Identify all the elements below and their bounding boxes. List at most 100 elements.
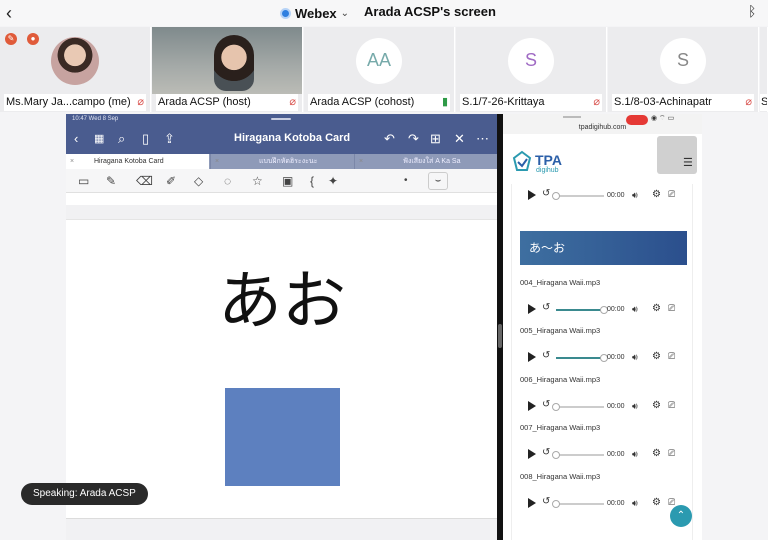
- participant-tile[interactable]: AA Arada ACSP (cohost) ▮: [304, 27, 455, 112]
- gear-icon[interactable]: ⚙: [652, 189, 661, 200]
- replay-icon[interactable]: ↺: [542, 496, 550, 507]
- play-icon[interactable]: [528, 304, 536, 314]
- divider-handle[interactable]: [498, 324, 502, 348]
- volume-icon[interactable]: 🔊︎: [632, 352, 638, 363]
- participant-tile[interactable]: Arada ACSP (host) ⌀: [152, 27, 303, 112]
- gear-icon[interactable]: ⚙: [652, 448, 661, 459]
- audio-player[interactable]: ↺ 00:00 🔊︎ ⚙ ⎚: [522, 399, 687, 415]
- participant-tile[interactable]: S S.1/7-26-Krittaya ⌀: [456, 27, 607, 112]
- participant-tile[interactable]: S: [760, 27, 768, 112]
- scroll-to-top-button[interactable]: ⌃: [670, 505, 692, 527]
- eraser-icon[interactable]: ⌫: [136, 173, 153, 189]
- sticker-icon[interactable]: ☆: [252, 173, 263, 189]
- cast-icon[interactable]: ⎚: [668, 400, 675, 411]
- bookmark-icon[interactable]: ▯: [142, 130, 149, 148]
- audio-player[interactable]: ↺ 00:00 🔊︎ ⚙ ⎚: [522, 447, 687, 463]
- time-display: 00:00: [607, 451, 625, 458]
- close-icon[interactable]: ×: [359, 154, 363, 169]
- logo-text: TPA: [535, 152, 562, 168]
- chevron-left-icon[interactable]: ‹: [6, 3, 20, 23]
- cast-icon[interactable]: ⎚: [668, 303, 675, 314]
- play-icon[interactable]: [528, 352, 536, 362]
- seek-bar[interactable]: [552, 451, 604, 459]
- seek-bar[interactable]: [556, 306, 608, 314]
- laser-pointer-icon[interactable]: ✦: [328, 173, 338, 189]
- participant-name: Arada ACSP (cohost): [310, 96, 415, 108]
- replay-icon[interactable]: ↺: [542, 350, 550, 361]
- close-icon[interactable]: ×: [70, 154, 74, 169]
- multitask-handle: [563, 116, 581, 118]
- search-icon[interactable]: ⌕: [118, 130, 125, 148]
- add-page-icon[interactable]: ⊞: [430, 130, 441, 148]
- share-icon[interactable]: ⇪: [164, 130, 175, 148]
- audio-player[interactable]: ↺ 00:00 🔊︎ ⚙ ⎚: [522, 496, 687, 512]
- tab-exercise[interactable]: × แบบฝึกหัดฮิระงะนะ: [210, 154, 353, 169]
- participant-tile[interactable]: S S.1/8-03-Achinapatr ⌀: [608, 27, 759, 112]
- cast-icon[interactable]: ⎚: [668, 448, 675, 459]
- tab-listening[interactable]: × ฟังเสียงใส่ A Ka Sa: [354, 154, 497, 169]
- replay-icon[interactable]: ↺: [542, 302, 550, 313]
- audio-player[interactable]: ↺ 00:00 🔊︎ ⚙ ⎚: [522, 302, 687, 318]
- seek-bar[interactable]: [552, 403, 604, 411]
- dot-size-icon[interactable]: •: [404, 173, 408, 189]
- undo-icon[interactable]: ↶: [384, 130, 395, 148]
- play-icon[interactable]: [528, 449, 536, 459]
- time-display: 00:00: [607, 192, 625, 199]
- gear-icon[interactable]: ⚙: [652, 400, 661, 411]
- page-sheet[interactable]: あお: [66, 219, 497, 519]
- seek-bar[interactable]: [552, 192, 604, 200]
- volume-icon[interactable]: 🔊︎: [632, 304, 638, 315]
- reader-icon[interactable]: ▭: [78, 173, 89, 189]
- menu-button[interactable]: ☰: [657, 136, 697, 174]
- cast-icon[interactable]: ⎚: [668, 351, 675, 362]
- file-label: 007_Hiragana Waii.mp3: [520, 423, 601, 432]
- avatar: [51, 36, 99, 85]
- volume-icon[interactable]: 🔊︎: [632, 498, 638, 509]
- close-icon[interactable]: ✕: [454, 130, 465, 148]
- volume-icon[interactable]: 🔊︎: [632, 449, 638, 460]
- gear-icon[interactable]: ⚙: [652, 497, 661, 508]
- image-icon[interactable]: ▣: [282, 173, 293, 189]
- grid-icon[interactable]: ▦: [94, 130, 104, 148]
- replay-icon[interactable]: ↺: [542, 188, 550, 199]
- seek-bar[interactable]: [552, 500, 604, 508]
- participant-tile[interactable]: ✎ ● Ms.Mary Ja...campo (me) ⌀: [0, 27, 151, 112]
- audio-player[interactable]: ↺ 00:00 🔊︎ ⚙ ⎚: [522, 188, 687, 204]
- gear-icon[interactable]: ⚙: [652, 303, 661, 314]
- replay-icon[interactable]: ↺: [542, 447, 550, 458]
- cast-icon[interactable]: ⎚: [668, 189, 675, 200]
- hamburger-icon: ☰: [683, 157, 693, 169]
- tab-hiragana-kotoba-card[interactable]: × Hiragana Kotoba Card: [66, 154, 209, 169]
- play-icon[interactable]: [528, 401, 536, 411]
- seek-bar[interactable]: [556, 354, 608, 362]
- notes-toolbar: ‹ ▦ ⌕ ▯ ⇪ Hiragana Kotoba Card ↶ ↷ ⊞ ✕ ⋯: [66, 124, 497, 154]
- gear-icon[interactable]: ⚙: [652, 351, 661, 362]
- stroke-style-icon[interactable]: ⌣: [428, 172, 448, 190]
- replay-icon[interactable]: ↺: [542, 399, 550, 410]
- play-icon[interactable]: [528, 498, 536, 508]
- shapes-icon[interactable]: ◇: [194, 173, 203, 189]
- file-label: 008_Hiragana Waii.mp3: [520, 472, 601, 481]
- app-switcher[interactable]: Webex ⌄: [280, 4, 349, 22]
- close-icon[interactable]: ×: [215, 154, 219, 169]
- volume-icon[interactable]: 🔊︎: [632, 190, 638, 201]
- text-icon[interactable]: {: [310, 173, 314, 189]
- redo-icon[interactable]: ↷: [408, 130, 419, 148]
- volume-icon[interactable]: 🔊︎: [632, 401, 638, 412]
- lasso-icon[interactable]: ◌: [224, 173, 231, 189]
- file-label: 006_Hiragana Waii.mp3: [520, 375, 601, 384]
- bluetooth-icon: ᛒ: [748, 3, 757, 19]
- highlighter-icon[interactable]: ✐: [166, 173, 176, 189]
- back-icon[interactable]: ‹: [74, 130, 78, 148]
- webex-logo-icon: [280, 7, 291, 19]
- audio-list: ↺ 00:00 🔊︎ ⚙ ⎚ あ〜お 004_Hiragana Waii.mp3 ↺…: [511, 184, 693, 540]
- participant-strip[interactable]: ✎ ● Ms.Mary Ja...campo (me) ⌀ Arada ACSP …: [0, 27, 768, 112]
- url-bar[interactable]: tpadigihub.com: [503, 124, 702, 131]
- audio-player[interactable]: ↺ 00:00 🔊︎ ⚙ ⎚: [522, 350, 687, 366]
- time-display: 00:00: [607, 354, 625, 361]
- more-icon[interactable]: ⋯: [476, 130, 489, 148]
- play-icon[interactable]: [528, 190, 536, 200]
- webex-meeting-window: ‹ Webex ⌄ Arada ACSP's screen ᛒ ✎ ● Ms.M…: [0, 0, 768, 540]
- pen-icon[interactable]: ✎: [106, 173, 116, 189]
- document-title[interactable]: Hiragana Kotoba Card: [234, 132, 350, 144]
